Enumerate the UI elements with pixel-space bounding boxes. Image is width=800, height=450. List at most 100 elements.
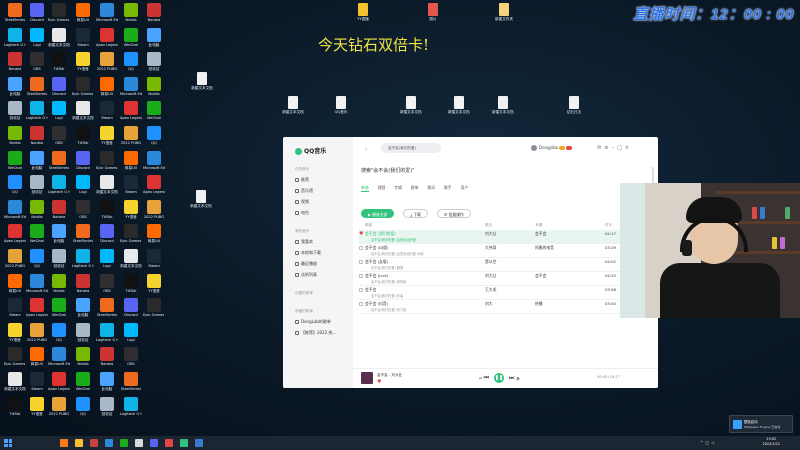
- sidebar-item[interactable]: 视频: [295, 199, 309, 205]
- prev-icon[interactable]: ⏮: [484, 375, 489, 382]
- tab-0[interactable]: 单曲: [361, 185, 369, 192]
- app-icon: [8, 224, 22, 239]
- download-button[interactable]: ⤓ 下载: [403, 209, 428, 218]
- user-profile[interactable]: Dongyibo: [531, 145, 573, 151]
- volume-icon[interactable]: 🔈: [516, 376, 521, 381]
- checkbox[interactable]: [359, 246, 363, 250]
- album-cover[interactable]: [361, 372, 373, 384]
- desktop-icon-label: WeChat: [8, 165, 22, 170]
- sidebar-item[interactable]: 本地和下载: [295, 250, 321, 256]
- desktop-icon-label: Nvidia: [125, 18, 137, 22]
- pause-button[interactable]: ❚❚: [493, 373, 504, 383]
- taskbar-app-icon[interactable]: [75, 439, 83, 447]
- desktop-file-icon[interactable]: QQ音乐: [330, 96, 352, 126]
- song-duration: 03:29: [605, 245, 616, 250]
- checkbox[interactable]: [359, 302, 363, 306]
- desktop-file-icon[interactable]: 新建文本文档 (4): [492, 96, 514, 126]
- back-arrow-icon[interactable]: ‹: [365, 146, 367, 153]
- desktop-icon[interactable]: 回收站: [96, 396, 118, 427]
- desktop-file-icon[interactable]: 新建文本文档: [191, 72, 213, 102]
- taskbar-app-icon[interactable]: [150, 439, 158, 447]
- desktop-file-icon[interactable]: 新建文本文档: [190, 190, 212, 220]
- desktop-file-icon[interactable]: 新建文件夹: [493, 3, 515, 33]
- desktop-icon-label: 新建文本文档: [96, 190, 118, 195]
- table-row[interactable]: 会不会 (Live) 会不会(我们的爱) 现场版 刘大壮 会不会 04:25: [359, 272, 621, 286]
- desktop-icon[interactable]: Epic Games Launcher: [143, 298, 165, 328]
- batch-button[interactable]: ☰ 批量操作: [437, 209, 471, 218]
- app-icon: [147, 249, 161, 263]
- close-icon[interactable]: ×: [625, 145, 632, 151]
- desktop-icon-label: 2022 PUBG: [4, 264, 26, 268]
- desktop-icon[interactable]: YY语音: [26, 396, 48, 427]
- tab-6[interactable]: 用户: [461, 185, 469, 190]
- qqmusic-sidebar: QQ音乐 在线音乐 推荐 音乐馆 视频 电台 我的音乐 我喜欢 本地和下载 最近播放 试听列表 创建…: [283, 137, 353, 388]
- checkbox[interactable]: [359, 274, 363, 278]
- table-row[interactable]: 会不会 会不会(我们的爱) 伴奏 王大毛 03:58: [359, 286, 621, 300]
- clock-date: 2022/1/21: [762, 442, 780, 446]
- song-artist: 刘大壮: [485, 273, 497, 278]
- checkbox[interactable]: [359, 260, 363, 264]
- desktop-file-icon[interactable]: 新建文本文档 (3): [448, 96, 470, 126]
- like-icon[interactable]: ♥: [377, 379, 381, 385]
- taskbar-app-icon[interactable]: [135, 439, 143, 447]
- tab-5[interactable]: 歌手: [444, 185, 452, 190]
- taskbar-app-icon[interactable]: [180, 439, 188, 447]
- desktop-file-icon[interactable]: 新建文本文档 (2): [400, 96, 422, 126]
- volume-icon[interactable]: ◁: [711, 440, 716, 445]
- tab-4[interactable]: 歌词: [427, 185, 435, 190]
- settings-icon[interactable]: ≡: [604, 145, 611, 151]
- sidebar-item[interactable]: 【推荐】2022 热...: [295, 330, 336, 336]
- table-row[interactable]: 会不会 (抖音) 会不会(我们的爱) 热门版 刘大 热播 03:40: [359, 300, 621, 314]
- liked-heart-icon[interactable]: ♥: [359, 231, 363, 237]
- desktop-file-icon[interactable]: 新建文本文档: [282, 96, 304, 126]
- desktop-file-icon[interactable]: 钻石日志: [563, 96, 585, 126]
- taskbar-app-icon[interactable]: [60, 439, 68, 447]
- app-icon: [76, 249, 90, 263]
- play-all-button[interactable]: ▶ 播放全部: [361, 209, 395, 218]
- song-duration: 04:02: [605, 259, 616, 264]
- table-row[interactable]: 会不会 (女版) 会不会(我们的爱) 翻唱 是以空 04:02: [359, 258, 621, 272]
- sidebar-item[interactable]: 音乐馆: [295, 188, 313, 194]
- window-controls[interactable]: ✉≡–□×: [597, 145, 632, 151]
- taskbar-app-icon[interactable]: [105, 439, 113, 447]
- tab-3[interactable]: 歌单: [411, 185, 419, 190]
- taskbar-app-icon[interactable]: [90, 439, 98, 447]
- sidebar-item[interactable]: 我喜欢: [295, 239, 313, 245]
- song-rows: ♥ 会不会 (我们的爱) 会不会(我们的爱) 会是永远的爱 刘大壮 会不会 04:17 会不…: [359, 230, 621, 314]
- sidebar-item[interactable]: DongLab的歌单: [295, 319, 331, 325]
- desktop-icon[interactable]: TikTok: [4, 396, 26, 427]
- app-icon: [147, 224, 161, 239]
- table-row[interactable]: 会不会 (DJ版) 会不会(我们的爱) 会是永远的爱 DJ版 大伟哥 阿雅的电音 03:…: [359, 244, 621, 258]
- sidebar-item[interactable]: 最近播放: [295, 261, 317, 267]
- app-icon: [100, 175, 114, 190]
- windows-start-icon[interactable]: [4, 439, 12, 447]
- desktop-file-icon[interactable]: 图片: [422, 3, 444, 33]
- next-icon[interactable]: ⏭: [509, 375, 514, 382]
- desktop-icon[interactable]: 2022 PUBG: [48, 396, 70, 427]
- taskbar-app-icon[interactable]: [120, 439, 128, 447]
- taskbar-clock[interactable]: 19:02 2022/1/21: [763, 437, 780, 447]
- sidebar-item[interactable]: 推荐: [295, 177, 309, 183]
- desktop-file-icon[interactable]: YY直播: [352, 3, 374, 33]
- desktop-icon[interactable]: QQ: [72, 396, 94, 427]
- taskbar-app-icon[interactable]: [195, 439, 203, 447]
- tab-1[interactable]: 视频: [378, 185, 386, 190]
- song-actions: ▶ 播放全部 ⤓ 下载 ☰ 批量操作: [361, 201, 475, 220]
- desktop-icon-label: WeChat: [147, 116, 161, 121]
- app-icon: [30, 175, 44, 190]
- search-input[interactable]: 会不会(我们的爱): [381, 143, 441, 153]
- desktop-icon-label: QQ音乐: [334, 110, 348, 114]
- qqmusic-window[interactable]: QQ音乐 在线音乐 推荐 音乐馆 视频 电台 我的音乐 我喜欢 本地和下载 最近播放 试听列表 创建…: [283, 137, 658, 388]
- sidebar-item[interactable]: 试听列表: [295, 272, 317, 278]
- tab-2[interactable]: 专辑: [394, 185, 402, 190]
- app-icon: [8, 101, 22, 116]
- maximize-icon[interactable]: □: [617, 145, 625, 151]
- taskbar-app-icon[interactable]: [165, 439, 173, 447]
- table-row[interactable]: ♥ 会不会 (我们的爱) 会不会(我们的爱) 会是永远的爱 刘大壮 会不会 04:17: [359, 230, 621, 244]
- desktop-icon[interactable]: Logitech G HUB: [120, 396, 142, 427]
- checkbox[interactable]: [359, 288, 363, 292]
- system-tray[interactable]: ^◫◁: [700, 440, 716, 445]
- sidebar-item[interactable]: 电台: [295, 210, 309, 216]
- toast-notification[interactable]: 壁纸启动 Wallpaper Engine 已启动: [729, 415, 793, 433]
- file-icon: [336, 96, 346, 109]
